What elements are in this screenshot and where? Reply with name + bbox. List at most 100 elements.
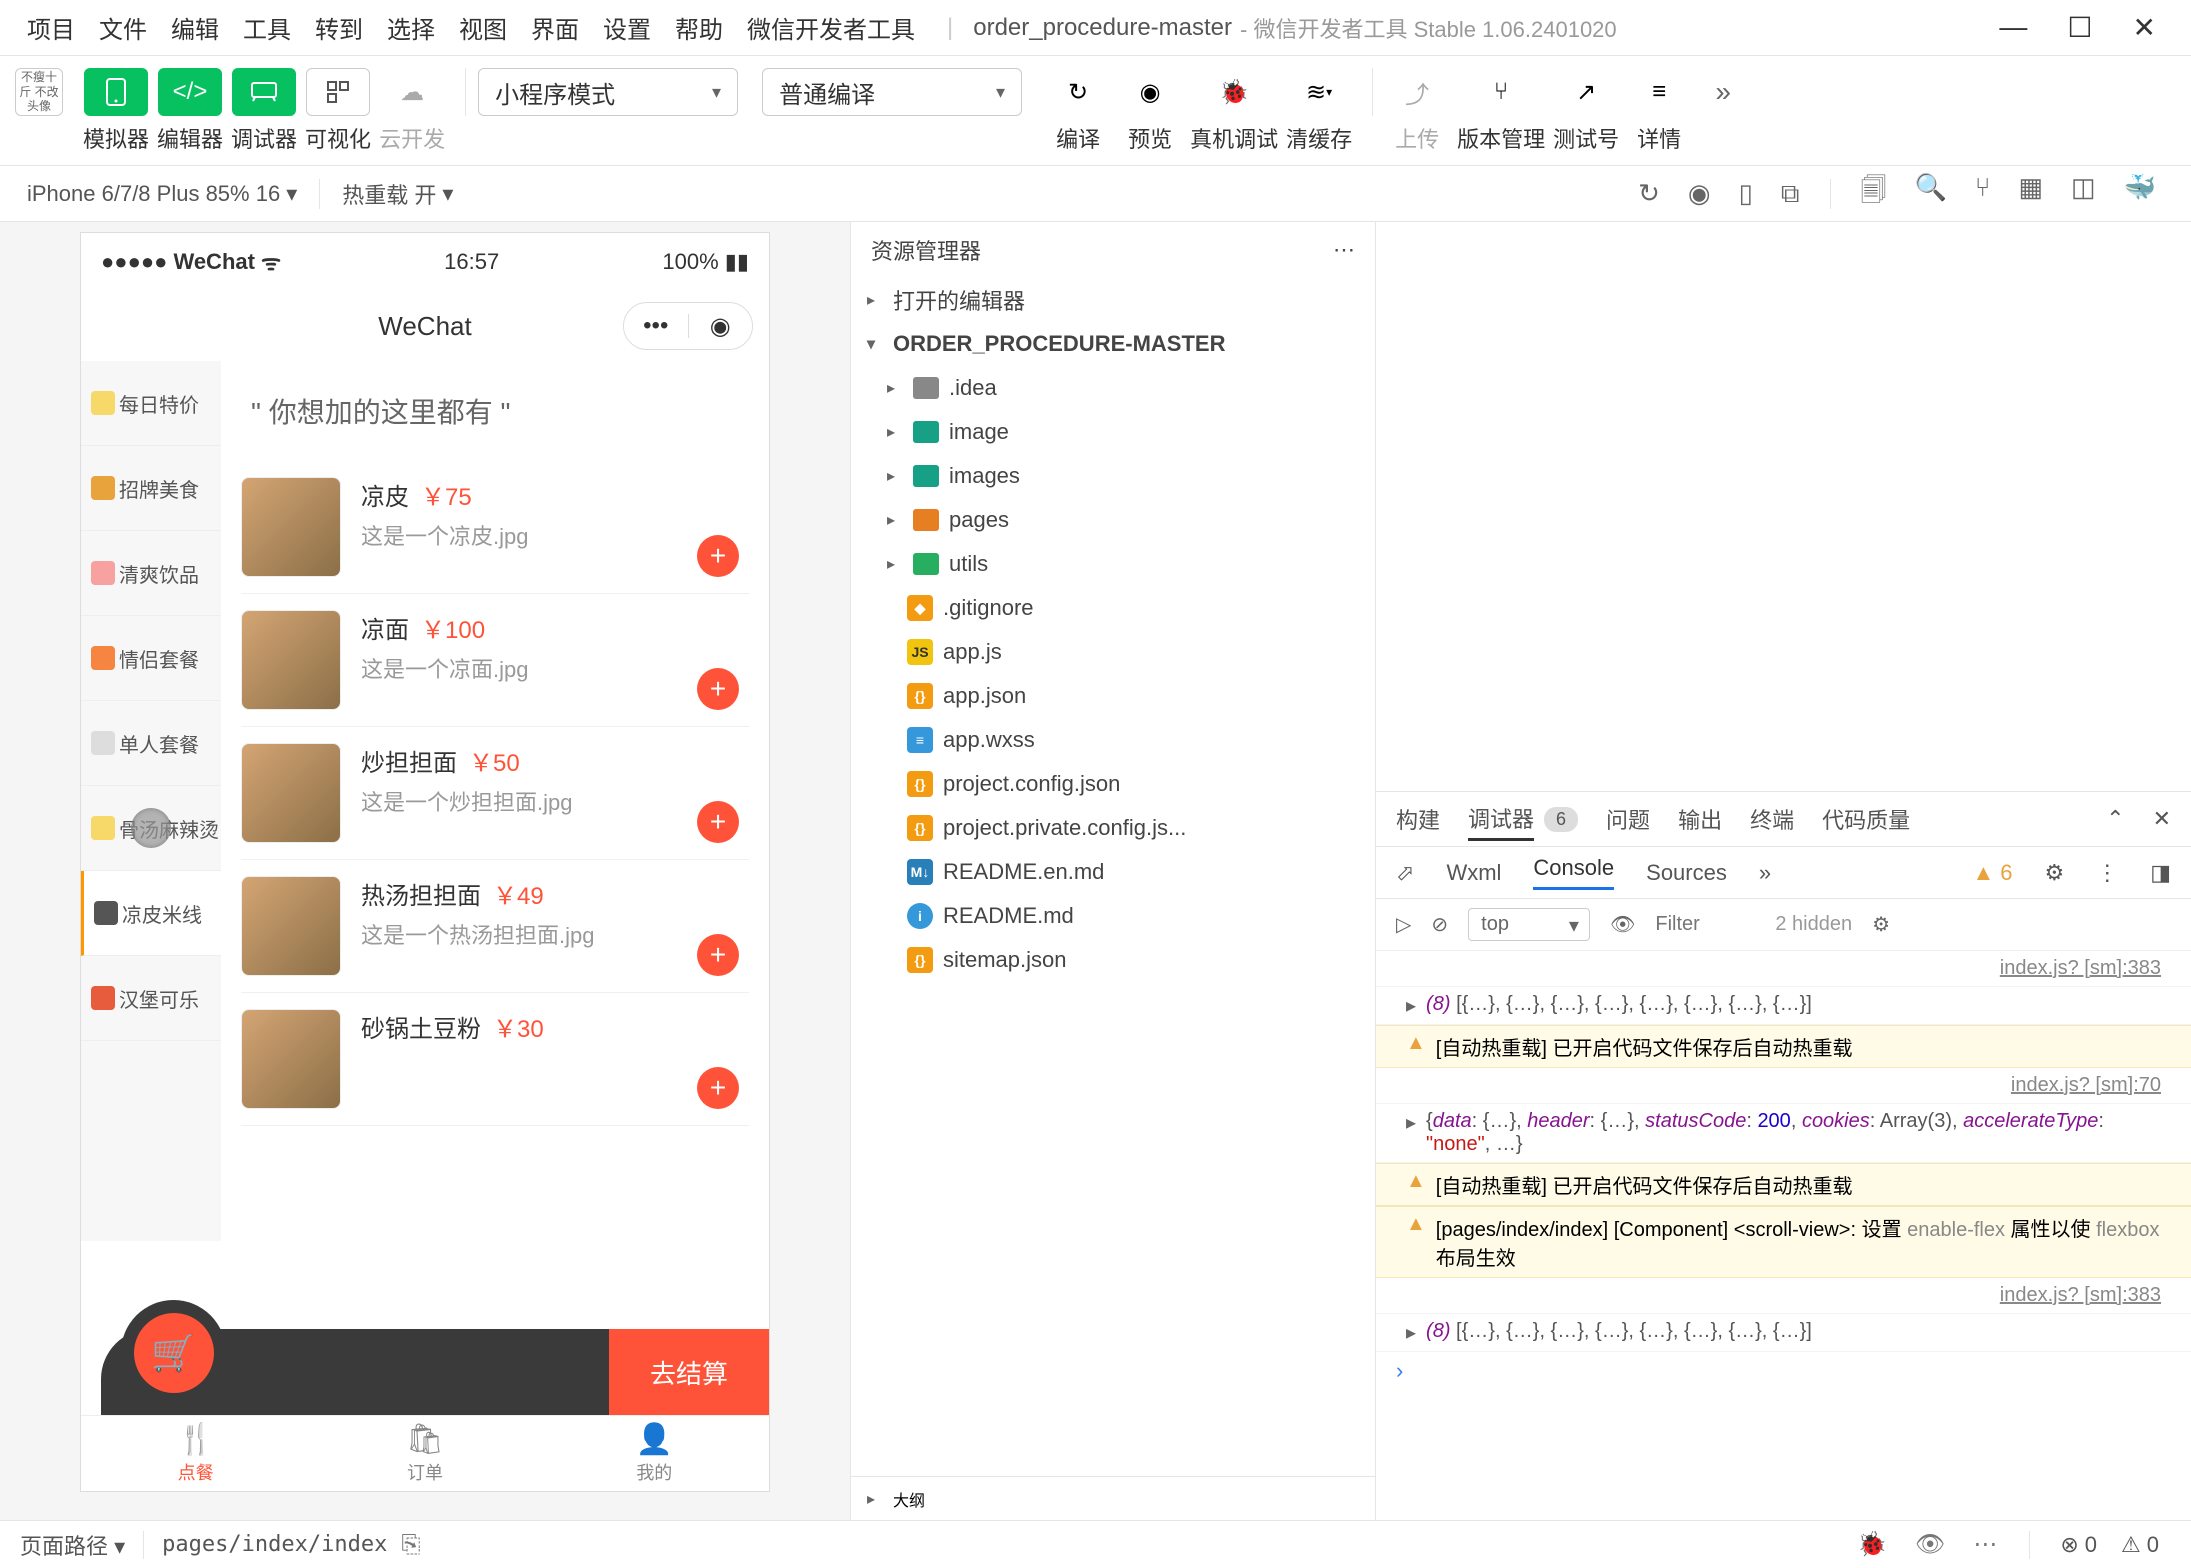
menu-tool[interactable]: 工具: [231, 10, 303, 45]
console-output[interactable]: index.js? [sm]:383 ▸ (8) (8) [{…}, {…}, {…: [1376, 951, 2191, 1520]
compile-button[interactable]: ↻: [1046, 68, 1110, 116]
tab-build[interactable]: 构建: [1396, 799, 1440, 839]
cloud-dev-button[interactable]: ☁: [380, 68, 444, 116]
folder-row[interactable]: ▸image: [851, 410, 1375, 454]
log-object[interactable]: {data: {…}, header: {…}, statusCode: 200…: [1426, 1110, 2161, 1156]
file-row[interactable]: {}project.private.config.js...: [851, 806, 1375, 850]
close-icon[interactable]: ✕: [2133, 11, 2156, 44]
mode-select[interactable]: 小程序模式▾: [478, 68, 738, 116]
panel-close-icon[interactable]: ✕: [2153, 806, 2171, 832]
add-button[interactable]: +: [697, 801, 739, 843]
editor-toggle[interactable]: </>: [158, 68, 222, 116]
food-list[interactable]: " 你想加的这里都有 " 凉皮￥75 这是一个凉皮.jpg + 凉面￥100 这…: [221, 361, 769, 1241]
play-icon[interactable]: ▷: [1396, 912, 1411, 937]
settings-gear-icon[interactable]: ⚙: [1872, 912, 1890, 937]
debugger-toggle[interactable]: [232, 68, 296, 116]
checkout-button[interactable]: 去结算: [609, 1329, 769, 1415]
minimize-icon[interactable]: —: [1999, 11, 2027, 44]
file-row[interactable]: M↓README.en.md: [851, 850, 1375, 894]
upload-button[interactable]: ⤴: [1385, 68, 1449, 116]
category-item[interactable]: 汉堡可乐: [81, 956, 221, 1041]
dock-icon[interactable]: ◨: [2150, 860, 2171, 886]
subtab-sources[interactable]: Sources: [1646, 860, 1727, 886]
menu-settings[interactable]: 设置: [591, 10, 663, 45]
version-mgmt-button[interactable]: ⑂: [1469, 68, 1533, 116]
add-button[interactable]: +: [697, 535, 739, 577]
files-icon[interactable]: 🗐: [1861, 172, 1887, 216]
context-select[interactable]: top ▾: [1468, 908, 1590, 941]
category-item[interactable]: 情侣套餐: [81, 616, 221, 701]
expand-icon[interactable]: ▸: [1406, 1110, 1416, 1135]
category-item[interactable]: 每日特价: [81, 361, 221, 446]
inspect-icon[interactable]: ⬀: [1396, 860, 1414, 886]
category-item[interactable]: 招牌美食: [81, 446, 221, 531]
clear-cache-button[interactable]: ≋▾: [1287, 68, 1351, 116]
hot-reload-select[interactable]: 热重载 开▾: [330, 178, 465, 210]
log-source-link[interactable]: index.js? [sm]:383: [1980, 957, 2161, 980]
folder-row[interactable]: ▸.idea: [851, 366, 1375, 410]
error-count[interactable]: ⊗0: [2060, 1532, 2097, 1558]
tab-problems[interactable]: 问题: [1606, 799, 1650, 839]
maximize-icon[interactable]: ☐: [2067, 11, 2092, 44]
tab-terminal[interactable]: 终端: [1750, 799, 1794, 839]
file-row[interactable]: ≡app.wxss: [851, 718, 1375, 762]
log-object[interactable]: (8) (8) [{…}, {…}, {…}, {…}, {…}, {…}, {…: [1426, 993, 1812, 1016]
tab-output[interactable]: 输出: [1678, 799, 1722, 839]
preview-eye-icon[interactable]: 👁: [1915, 1530, 1945, 1559]
file-row[interactable]: {}sitemap.json: [851, 938, 1375, 982]
file-row[interactable]: JSapp.js: [851, 630, 1375, 674]
log-source-link[interactable]: index.js? [sm]:383: [1980, 1284, 2161, 1307]
real-debug-button[interactable]: 🐞: [1202, 68, 1266, 116]
category-item[interactable]: 单人套餐: [81, 701, 221, 786]
food-item[interactable]: 凉皮￥75 这是一个凉皮.jpg +: [241, 461, 749, 594]
extensions-icon[interactable]: ▦: [2018, 172, 2043, 216]
tab-debugger[interactable]: 调试器: [1468, 798, 1534, 841]
collapse-icon[interactable]: ⌃: [2106, 806, 2124, 832]
preview-button[interactable]: ◉: [1118, 68, 1182, 116]
menu-project[interactable]: 项目: [15, 10, 87, 45]
expand-icon[interactable]: ▸: [1406, 993, 1416, 1018]
tab-item[interactable]: 🛍订单: [310, 1416, 539, 1491]
open-editors-section[interactable]: ▸打开的编辑器: [851, 278, 1375, 322]
warning-count[interactable]: ⚠0: [2121, 1532, 2159, 1558]
menu-ui[interactable]: 界面: [519, 10, 591, 45]
filter-input[interactable]: [1655, 913, 1735, 936]
subtab-console[interactable]: Console: [1533, 855, 1614, 890]
menu-wechat-devtool[interactable]: 微信开发者工具: [735, 10, 927, 45]
folder-row[interactable]: ▸utils: [851, 542, 1375, 586]
cart-button[interactable]: 🛒: [121, 1300, 226, 1405]
subtab-wxml[interactable]: Wxml: [1446, 860, 1501, 886]
console-prompt[interactable]: ›: [1376, 1352, 2191, 1390]
simulator-toggle[interactable]: [84, 68, 148, 116]
menu-view[interactable]: 视图: [447, 10, 519, 45]
copy-icon[interactable]: ⎘: [401, 1531, 420, 1559]
food-item[interactable]: 热汤担担面￥49 这是一个热汤担担面.jpg +: [241, 860, 749, 993]
tab-code-quality[interactable]: 代码质量: [1822, 799, 1910, 839]
menu-edit[interactable]: 编辑: [159, 10, 231, 45]
refresh-icon[interactable]: ↻: [1638, 178, 1660, 210]
menu-goto[interactable]: 转到: [303, 10, 375, 45]
folder-row[interactable]: ▸images: [851, 454, 1375, 498]
kebab-icon[interactable]: ⋮: [2096, 860, 2118, 886]
device-icon[interactable]: ▯: [1739, 178, 1753, 210]
category-item[interactable]: 清爽饮品: [81, 531, 221, 616]
user-avatar[interactable]: 不瘦十斤 不改头像: [15, 68, 63, 116]
file-row[interactable]: {}project.config.json: [851, 762, 1375, 806]
gear-icon[interactable]: ⚙: [2044, 860, 2064, 886]
page-path-label[interactable]: 页面路径 ▾: [20, 1529, 125, 1561]
food-item[interactable]: 炒担担面￥50 这是一个炒担担面.jpg +: [241, 727, 749, 860]
menu-help[interactable]: 帮助: [663, 10, 735, 45]
tab-item[interactable]: 👤我的: [540, 1416, 769, 1491]
more-tabs-icon[interactable]: »: [1759, 860, 1771, 886]
food-item[interactable]: 凉面￥100 这是一个凉面.jpg +: [241, 594, 749, 727]
device-select[interactable]: iPhone 6/7/8 Plus 85% 16▾: [15, 181, 309, 207]
add-button[interactable]: +: [697, 934, 739, 976]
category-item[interactable]: 凉皮米线: [81, 871, 221, 956]
compile-select[interactable]: 普通编译▾: [762, 68, 1022, 116]
search-icon[interactable]: 🔍: [1914, 172, 1946, 216]
tab-item[interactable]: 🍴点餐: [81, 1416, 310, 1491]
stop-icon[interactable]: ◉: [1688, 178, 1711, 210]
food-item[interactable]: 砂锅土豆粉￥30 +: [241, 993, 749, 1126]
git-icon[interactable]: ⑂: [1975, 172, 1991, 216]
clear-console-icon[interactable]: ⊘: [1431, 912, 1448, 937]
